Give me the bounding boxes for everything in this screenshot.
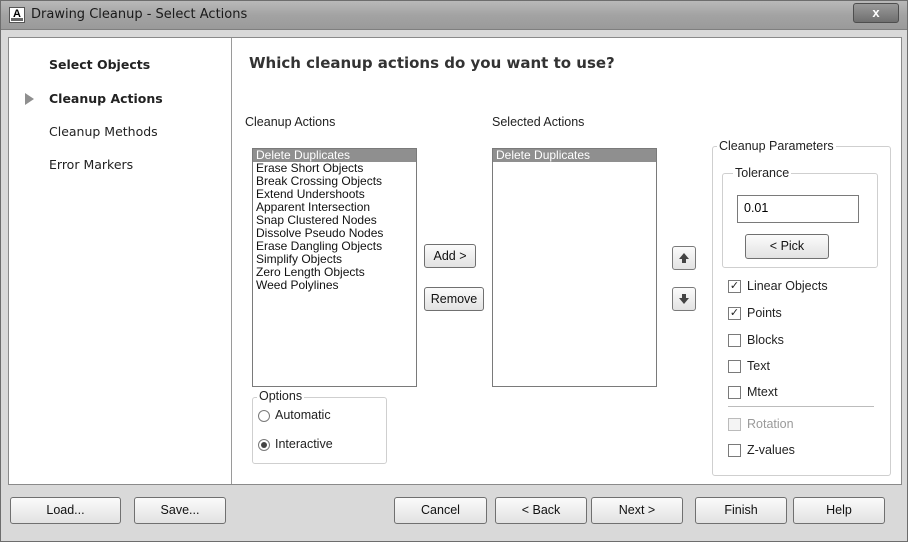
cleanup-actions-label: Cleanup Actions <box>245 115 336 129</box>
selected-actions-list[interactable]: Delete Duplicates <box>492 148 657 387</box>
step-cleanup-methods[interactable]: Cleanup Methods <box>49 124 158 139</box>
dialog-body: Select Objects Cleanup Actions Cleanup M… <box>8 37 902 485</box>
z-values-label: Z-values <box>747 443 795 457</box>
selected-actions-label: Selected Actions <box>492 115 585 129</box>
blocks-checkbox[interactable] <box>728 334 741 347</box>
linear-objects-label: Linear Objects <box>747 279 828 293</box>
remove-button[interactable]: Remove <box>424 287 484 311</box>
load-button[interactable]: Load... <box>10 497 121 524</box>
z-values-checkbox[interactable] <box>728 444 741 457</box>
list-item[interactable]: Delete Duplicates <box>493 149 656 162</box>
points-checkbox[interactable]: ✓ <box>728 307 741 320</box>
step-cleanup-actions[interactable]: Cleanup Actions <box>49 91 163 106</box>
options-label: Options <box>257 389 305 403</box>
cleanup-parameters-label: Cleanup Parameters <box>717 139 836 153</box>
drawing-cleanup-dialog: A Drawing Cleanup - Select Actions x Sel… <box>0 0 908 542</box>
close-button[interactable]: x <box>853 3 899 23</box>
tolerance-label: Tolerance <box>733 166 792 180</box>
finish-button[interactable]: Finish <box>695 497 787 524</box>
page-heading: Which cleanup actions do you want to use… <box>249 54 615 72</box>
move-down-button[interactable] <box>672 287 696 311</box>
interactive-label: Interactive <box>275 437 333 451</box>
step-select-objects[interactable]: Select Objects <box>49 57 150 72</box>
next-button[interactable]: Next > <box>591 497 683 524</box>
add-button[interactable]: Add > <box>424 244 476 268</box>
interactive-radio[interactable] <box>258 439 270 451</box>
pick-button[interactable]: < Pick <box>745 234 829 259</box>
linear-objects-checkbox[interactable]: ✓ <box>728 280 741 293</box>
automatic-label: Automatic <box>275 408 331 422</box>
rotation-checkbox[interactable] <box>728 418 741 431</box>
step-error-markers[interactable]: Error Markers <box>49 157 133 172</box>
separator <box>728 406 874 407</box>
text-checkbox[interactable] <box>728 360 741 373</box>
back-button[interactable]: < Back <box>495 497 587 524</box>
tolerance-input[interactable]: 0.01 <box>737 195 859 223</box>
automatic-radio[interactable] <box>258 410 270 422</box>
mtext-label: Mtext <box>747 385 778 399</box>
cleanup-actions-list[interactable]: Delete Duplicates Erase Short Objects Br… <box>252 148 417 387</box>
steps-sidebar: Select Objects Cleanup Actions Cleanup M… <box>9 38 232 484</box>
window-title: Drawing Cleanup - Select Actions <box>31 7 248 22</box>
points-label: Points <box>747 306 782 320</box>
help-button[interactable]: Help <box>793 497 885 524</box>
blocks-label: Blocks <box>747 333 784 347</box>
app-icon: A <box>9 7 25 23</box>
move-up-button[interactable] <box>672 246 696 270</box>
list-item[interactable]: Weed Polylines <box>253 279 416 292</box>
rotation-label: Rotation <box>747 417 794 431</box>
save-button[interactable]: Save... <box>134 497 226 524</box>
text-label: Text <box>747 359 770 373</box>
title-bar: A Drawing Cleanup - Select Actions x <box>1 1 907 30</box>
mtext-checkbox[interactable] <box>728 386 741 399</box>
cancel-button[interactable]: Cancel <box>394 497 487 524</box>
current-step-arrow-icon <box>25 93 34 105</box>
